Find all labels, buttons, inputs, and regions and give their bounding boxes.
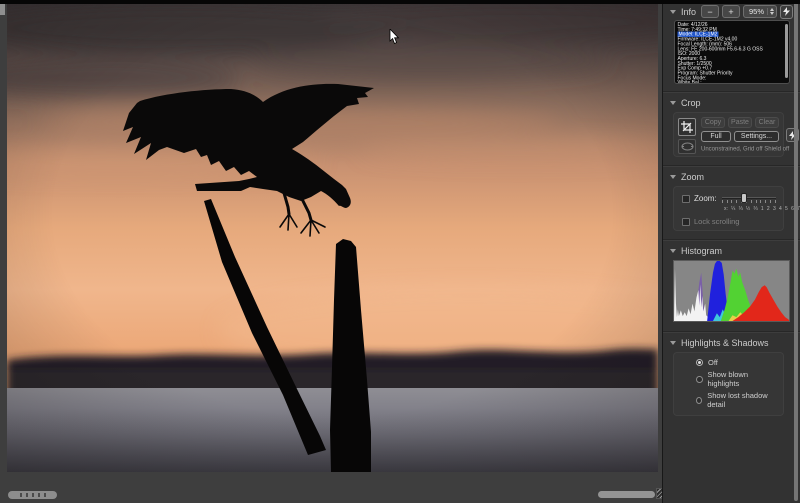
lock-scrolling-checkbox[interactable] — [682, 218, 690, 226]
panel-histogram-header[interactable]: Histogram — [663, 240, 800, 259]
crop-copy-button[interactable]: Copy — [701, 117, 725, 128]
rotate-icon — [681, 142, 694, 151]
lightning-icon — [783, 7, 790, 16]
horizontal-scrollbar-thumb[interactable] — [598, 491, 655, 498]
panel-crop: Crop Cop — [663, 91, 800, 157]
scale-prefix: x: — [724, 206, 728, 212]
zoom-level-value: 95% — [746, 7, 767, 16]
panel-title: Zoom — [681, 172, 704, 182]
filmstrip-grip[interactable] — [8, 491, 57, 499]
panel-zoom-header[interactable]: Zoom — [663, 166, 800, 185]
panel-histogram: Histogram — [663, 239, 800, 322]
crop-clear-button[interactable]: Clear — [755, 117, 779, 128]
crop-controls-group: Copy Paste Clear Full Settings... Uncons… — [673, 112, 784, 157]
collapse-triangle-icon — [670, 101, 676, 105]
scale-tick: 2 — [767, 206, 770, 212]
radio-label: Off — [708, 358, 718, 367]
radio-option-lost-shadow[interactable]: Show lost shadow detail — [696, 391, 775, 409]
scale-tick: ⅓ — [739, 206, 743, 212]
radio-icon[interactable] — [696, 376, 703, 383]
scale-tick: ½ — [746, 206, 750, 212]
photo-viewer-window: Info − + 95% Date: — [0, 0, 800, 503]
slider-track — [722, 197, 776, 199]
scale-tick: ⅔ — [753, 206, 757, 212]
zoom-out-button[interactable]: − — [701, 5, 719, 18]
crop-paste-button[interactable]: Paste — [728, 117, 752, 128]
scale-tick: 4 — [779, 206, 782, 212]
zoom-scale-labels: x: ¼ ⅓ ½ ⅔ 1 2 3 4 5 6 7 8 — [724, 206, 777, 213]
panel-title: Histogram — [681, 246, 722, 256]
radio-icon[interactable] — [696, 359, 703, 366]
exif-lines: Date: 4/12/26 Time: 7:49:32 PM Model: IL… — [675, 21, 789, 84]
info-scrollbar-thumb[interactable] — [785, 24, 788, 78]
zoom-slider[interactable] — [721, 192, 777, 205]
canvas-corner-marker — [0, 4, 5, 15]
panel-crop-header[interactable]: Crop — [663, 92, 800, 111]
panel-highlights-shadows: Highlights & Shadows Off Show blown high… — [663, 331, 800, 416]
collapse-triangle-icon — [670, 341, 676, 345]
histogram-chart — [673, 260, 790, 322]
collapse-triangle-icon — [670, 10, 676, 14]
sidebar-scrollbar[interactable] — [794, 2, 798, 501]
panel-title: Crop — [681, 98, 701, 108]
scale-tick: 5 — [785, 206, 788, 212]
mouse-cursor — [389, 29, 401, 45]
info-shortcut-button[interactable] — [780, 5, 793, 19]
panel-info: Info − + 95% Date: — [663, 0, 800, 84]
stepper-arrows-icon[interactable] — [767, 8, 774, 15]
crop-icon — [681, 121, 693, 133]
slider-ticks — [722, 200, 776, 203]
highlights-options-group: Off Show blown highlights Show lost shad… — [673, 352, 784, 416]
sunset-raven-photo — [7, 4, 658, 472]
collapse-triangle-icon — [670, 175, 676, 179]
straighten-tool-button[interactable] — [678, 139, 696, 154]
window-top-bar — [0, 0, 800, 4]
panel-title: Highlights & Shadows — [681, 338, 769, 348]
zoom-in-button[interactable]: + — [722, 5, 740, 18]
image-canvas[interactable] — [0, 4, 662, 503]
slider-thumb[interactable] — [741, 193, 747, 203]
radio-option-off[interactable]: Off — [696, 358, 775, 367]
exif-line: White Bal.: — [678, 81, 787, 84]
photo-view[interactable] — [7, 4, 658, 472]
collapse-triangle-icon — [670, 249, 676, 253]
zoom-level-select[interactable]: 95% — [743, 5, 777, 18]
crop-status-text: Unconstrained, Grid off Shield off — [701, 145, 779, 152]
lock-scrolling-label: Lock scrolling — [694, 217, 739, 226]
scale-tick: 3 — [773, 206, 776, 212]
panel-highlights-header[interactable]: Highlights & Shadows — [663, 332, 800, 351]
crop-full-button[interactable]: Full — [701, 131, 731, 142]
tools-sidebar: Info − + 95% Date: — [662, 0, 800, 503]
exif-info-box[interactable]: Date: 4/12/26 Time: 7:49:32 PM Model: IL… — [674, 20, 790, 84]
panel-title: Info — [681, 7, 696, 17]
scale-tick: 1 — [761, 206, 764, 212]
radio-label: Show lost shadow detail — [707, 391, 775, 409]
crop-settings-button[interactable]: Settings... — [734, 131, 779, 142]
zoom-controls-group: Zoom: x: ¼ ⅓ ½ ⅔ — [673, 186, 784, 231]
zoom-checkbox-label: Zoom: — [694, 194, 717, 203]
crop-tool-button[interactable] — [678, 118, 696, 136]
radio-label: Show blown highlights — [708, 370, 775, 388]
radio-option-blown-highlights[interactable]: Show blown highlights — [696, 370, 775, 388]
scale-tick: ¼ — [731, 206, 735, 212]
radio-icon[interactable] — [696, 397, 702, 404]
zoom-checkbox[interactable] — [682, 195, 690, 203]
panel-zoom: Zoom Zoom: x: — [663, 165, 800, 231]
